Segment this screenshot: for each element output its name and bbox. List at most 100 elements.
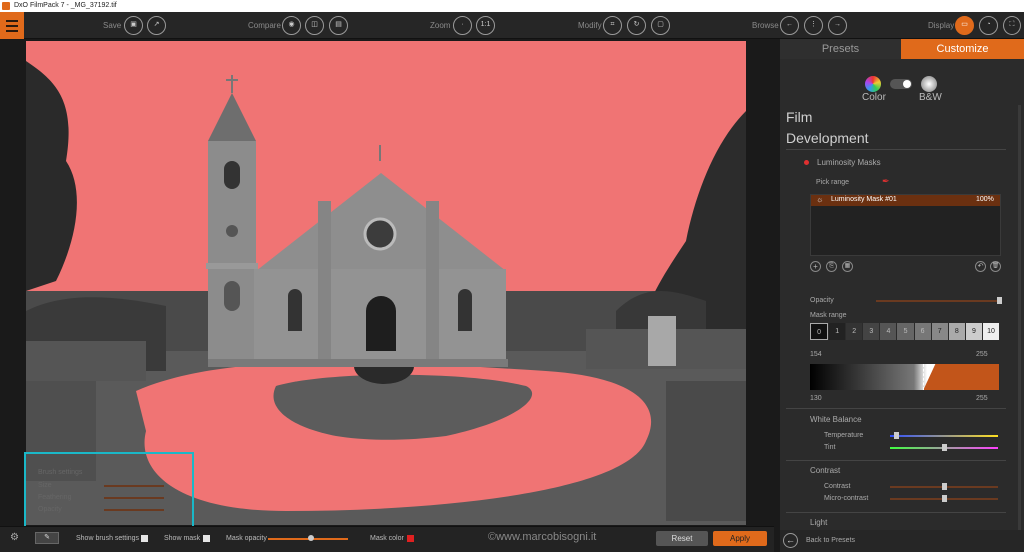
divider — [786, 408, 1006, 409]
contrast-title[interactable]: Contrast — [810, 466, 840, 475]
divider — [786, 512, 1006, 513]
bw-label: B&W — [919, 92, 942, 103]
mask-range-step-5[interactable]: 5 — [897, 323, 914, 340]
show-brush-label: Show brush settings — [76, 535, 140, 542]
temperature-label: Temperature — [824, 432, 864, 439]
pick-range-label: Pick range — [816, 179, 850, 186]
mask-range-step-2[interactable]: 2 — [846, 323, 863, 340]
zoom-label: Zoom — [430, 21, 451, 30]
bw-mode-icon — [921, 76, 937, 92]
range-low-value-2[interactable]: 130 — [810, 395, 822, 402]
zoom-fit-icon[interactable]: · — [453, 16, 472, 35]
opacity-slider[interactable] — [876, 300, 1001, 302]
mask-opacity-handle[interactable] — [308, 535, 314, 541]
compare-split-icon[interactable]: ◫ — [305, 16, 324, 35]
settings-gear-icon[interactable]: ⚙ — [10, 532, 22, 544]
modify-label: Modify — [578, 21, 602, 30]
rotate-90-icon[interactable]: ↻ — [627, 16, 646, 35]
reset-button[interactable]: Reset — [656, 531, 708, 546]
contrast-handle[interactable] — [942, 483, 947, 490]
brush-tool-icon[interactable]: ✎ — [35, 532, 59, 544]
temperature-handle[interactable] — [894, 432, 899, 439]
mask-range-step-6[interactable]: 6 — [914, 323, 931, 340]
mask-range-step-3[interactable]: 3 — [863, 323, 880, 340]
delete-mask-icon[interactable]: 🗑 — [990, 261, 1001, 272]
brush-settings-highlight — [24, 452, 194, 528]
luminosity-active-dot — [804, 160, 809, 165]
display-fullscreen-icon[interactable]: ⛶ — [1003, 16, 1021, 35]
straighten-icon[interactable]: ▢ — [651, 16, 670, 35]
light-section-title[interactable]: Light — [810, 518, 827, 527]
section-development[interactable]: Development — [786, 130, 869, 146]
mask-item-name: Luminosity Mask #01 — [831, 196, 897, 203]
mask-range-step-0[interactable]: 0 — [810, 323, 829, 340]
mask-options-icon[interactable]: ▦ — [842, 261, 853, 272]
display-label: Display — [928, 21, 955, 30]
mask-item-percent: 100% — [976, 196, 994, 203]
divider — [786, 149, 1006, 150]
mask-range-step-7[interactable]: 7 — [931, 323, 948, 340]
apply-button[interactable]: Apply — [713, 531, 767, 546]
grid-view-icon[interactable]: ⋮ — [804, 16, 823, 35]
tab-presets[interactable]: Presets — [780, 39, 901, 59]
mask-opacity-label: Mask opacity — [226, 535, 267, 542]
save-image-icon[interactable]: ▣ — [124, 16, 143, 35]
luminosity-masks-title[interactable]: Luminosity Masks — [817, 158, 881, 167]
previous-image-icon[interactable]: ← — [780, 16, 799, 35]
mask-range-step-10[interactable]: 10 — [982, 323, 1000, 340]
compare-side-icon[interactable]: ▤ — [329, 16, 348, 35]
crop-icon[interactable]: ⌗ — [603, 16, 622, 35]
back-to-presets-link[interactable]: Back to Presets — [806, 537, 855, 544]
display-screen-icon[interactable]: ▭ — [955, 16, 974, 35]
opacity-label: Opacity — [810, 297, 834, 304]
color-label: Color — [862, 92, 886, 103]
browse-label: Browse — [752, 21, 779, 30]
range-low-value[interactable]: 154 — [810, 351, 822, 358]
contrast-label: Contrast — [824, 483, 851, 490]
section-film[interactable]: Film — [786, 109, 812, 125]
back-arrow-icon[interactable]: ← — [783, 533, 798, 548]
export-image-icon[interactable]: ↗ — [147, 16, 166, 35]
mask-range-step-9[interactable]: 9 — [965, 323, 982, 340]
mask-color-swatch[interactable] — [407, 535, 414, 542]
compare-label: Compare — [248, 21, 281, 30]
opacity-handle[interactable] — [997, 297, 1002, 304]
micro-contrast-label: Micro-contrast — [824, 495, 869, 502]
color-mode-icon — [865, 76, 881, 92]
duplicate-mask-icon[interactable]: ⎘ — [826, 261, 837, 272]
mask-range-steps[interactable]: 0 1 2 3 4 5 6 7 8 9 10 — [810, 323, 1000, 340]
app-icon — [2, 2, 10, 10]
range-high-value-2[interactable]: 255 — [976, 395, 988, 402]
save-label: Save — [103, 21, 122, 30]
tint-label: Tint — [824, 444, 836, 451]
mask-range-step-1[interactable]: 1 — [829, 323, 846, 340]
tint-handle[interactable] — [942, 444, 947, 451]
range-marker[interactable] — [923, 364, 924, 390]
micro-contrast-handle[interactable] — [942, 495, 947, 502]
mask-item-icon: ☼ — [816, 195, 824, 204]
show-brush-checkbox[interactable] — [141, 535, 148, 542]
right-panel — [780, 39, 1024, 552]
zoom-1to1-button[interactable]: 1:1 — [476, 16, 495, 35]
show-mask-checkbox[interactable] — [203, 535, 210, 542]
tab-customize[interactable]: Customize — [901, 39, 1024, 59]
panel-scrollbar[interactable] — [1018, 105, 1021, 545]
toggle-knob[interactable] — [903, 80, 911, 88]
add-mask-icon[interactable]: + — [810, 261, 821, 272]
white-balance-title[interactable]: White Balance — [810, 415, 862, 424]
show-mask-label: Show mask — [164, 535, 201, 542]
divider — [786, 460, 1006, 461]
compare-eye-icon[interactable]: ◉ — [282, 16, 301, 35]
watermark: ©www.marcobisogni.it — [488, 531, 597, 543]
eyedropper-icon[interactable]: ✒ — [882, 176, 890, 187]
mask-range-step-8[interactable]: 8 — [948, 323, 965, 340]
mask-range-step-4[interactable]: 4 — [880, 323, 897, 340]
next-image-icon[interactable]: → — [828, 16, 847, 35]
hamburger-menu-button[interactable] — [0, 12, 24, 39]
window-titlebar: DxO FilmPack 7 - _MG_37192.tif — [0, 0, 1024, 12]
range-high-value[interactable]: 255 — [976, 351, 988, 358]
temperature-slider[interactable] — [890, 435, 998, 437]
mask-color-label: Mask color — [370, 535, 404, 542]
undo-mask-icon[interactable]: ↶ — [975, 261, 986, 272]
display-histogram-icon[interactable]: ◔ — [979, 16, 998, 35]
